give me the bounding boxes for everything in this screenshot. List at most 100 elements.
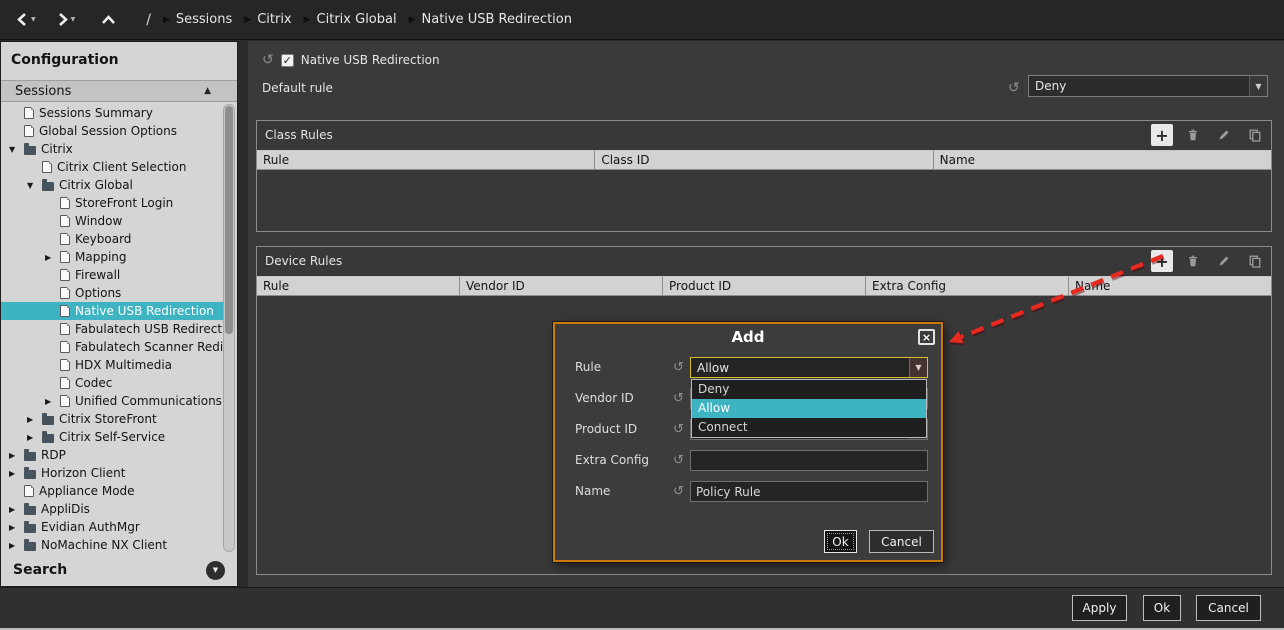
default-rule-dropdown[interactable]: Deny ▼: [1028, 75, 1268, 97]
trash-icon: [1186, 128, 1200, 142]
apply-button[interactable]: Apply: [1072, 595, 1127, 621]
column-header-rule[interactable]: Rule: [257, 150, 595, 170]
tree-item-options[interactable]: Options: [1, 284, 223, 302]
add-device-rule-button[interactable]: +: [1151, 250, 1173, 272]
revert-icon[interactable]: ↺: [262, 53, 274, 67]
tree-item-window[interactable]: Window: [1, 212, 223, 230]
duplicate-device-rule-button[interactable]: [1244, 250, 1266, 272]
document-icon: [60, 359, 70, 371]
dialog-cancel-button[interactable]: Cancel: [869, 530, 934, 553]
expander-collapsed-icon[interactable]: ▶: [9, 451, 24, 460]
tree-item-applidis[interactable]: ▶AppliDis: [1, 500, 223, 518]
sort-up-icon[interactable]: ▲: [204, 86, 211, 96]
tree-item-rdp[interactable]: ▶RDP: [1, 446, 223, 464]
tree-item-unified-communications[interactable]: ▶Unified Communications: [1, 392, 223, 410]
dropdown-option-deny[interactable]: Deny: [692, 380, 926, 399]
column-header-vendor-id[interactable]: Vendor ID: [460, 276, 663, 296]
add-icon: +: [1155, 126, 1168, 145]
rule-dropdown[interactable]: Allow ▼: [690, 357, 928, 378]
name-input[interactable]: [690, 481, 928, 502]
configuration-tree: Sessions Summary Global Session Options …: [1, 104, 223, 554]
column-header-name[interactable]: Name: [1069, 276, 1271, 296]
tree-item-nomachine-nx-client[interactable]: ▶NoMachine NX Client: [1, 536, 223, 554]
delete-class-rule-button[interactable]: [1182, 124, 1204, 146]
dialog-close-button[interactable]: ×: [918, 329, 935, 345]
extra-config-input[interactable]: [690, 450, 928, 471]
expander-collapsed-icon[interactable]: ▶: [9, 505, 24, 514]
tree-item-appliance-mode[interactable]: Appliance Mode: [1, 482, 223, 500]
folder-icon: [42, 182, 54, 191]
expander-collapsed-icon[interactable]: ▶: [9, 469, 24, 478]
back-button[interactable]: ▼: [16, 12, 36, 27]
breadcrumb-native-usb-redirection[interactable]: Native USB Redirection: [422, 12, 572, 27]
duplicate-class-rule-button[interactable]: [1244, 124, 1266, 146]
tree-item-citrix-global[interactable]: ▼Citrix Global: [1, 176, 223, 194]
tree-item-firewall[interactable]: Firewall: [1, 266, 223, 284]
sidebar-scrollbar[interactable]: [223, 104, 235, 552]
native-usb-redirection-checkbox[interactable]: ✓: [281, 54, 294, 67]
expander-expanded-icon[interactable]: ▼: [9, 145, 24, 154]
column-header-product-id[interactable]: Product ID: [663, 276, 866, 296]
sessions-section-header[interactable]: Sessions ▲: [1, 80, 237, 102]
breadcrumb-citrix-global[interactable]: Citrix Global: [317, 12, 397, 27]
tree-item-horizon-client[interactable]: ▶Horizon Client: [1, 464, 223, 482]
dropdown-option-connect[interactable]: Connect: [692, 418, 926, 437]
tree-item-hdx-multimedia[interactable]: HDX Multimedia: [1, 356, 223, 374]
expander-collapsed-icon[interactable]: ▶: [45, 397, 60, 406]
top-navigation-bar: ▼ ▼ / ▶ Sessions ▶ Citrix ▶ Citrix Globa…: [0, 0, 1284, 40]
edit-device-rule-button[interactable]: [1213, 250, 1235, 272]
revert-icon[interactable]: ↺: [673, 388, 684, 409]
tree-item-sessions-summary[interactable]: Sessions Summary: [1, 104, 223, 122]
add-class-rule-button[interactable]: +: [1151, 124, 1173, 146]
expander-collapsed-icon[interactable]: ▶: [27, 433, 42, 442]
cancel-button[interactable]: Cancel: [1196, 595, 1261, 621]
search-section-header[interactable]: Search ▼: [1, 554, 237, 586]
revert-icon[interactable]: ↺: [673, 419, 684, 440]
tree-item-mapping[interactable]: ▶Mapping: [1, 248, 223, 266]
document-icon: [60, 197, 70, 209]
vendor-id-label: Vendor ID: [575, 388, 634, 409]
up-button[interactable]: [101, 14, 116, 26]
breadcrumb-sessions[interactable]: Sessions: [176, 12, 232, 27]
expander-collapsed-icon[interactable]: ▶: [9, 523, 24, 532]
sidebar-scrollbar-thumb[interactable]: [225, 106, 233, 334]
check-icon: ✓: [283, 54, 292, 67]
dialog-ok-button[interactable]: Ok: [824, 530, 857, 553]
expander-collapsed-icon[interactable]: ▶: [45, 253, 60, 262]
dropdown-option-allow[interactable]: Allow: [692, 399, 926, 418]
revert-icon[interactable]: ↺: [673, 450, 684, 471]
forward-history-caret-icon[interactable]: ▼: [71, 16, 76, 23]
breadcrumb-root[interactable]: /: [146, 12, 151, 28]
breadcrumb-separator-icon: ▶: [163, 15, 170, 25]
tree-item-global-session-options[interactable]: Global Session Options: [1, 122, 223, 140]
tree-item-citrix[interactable]: ▼Citrix: [1, 140, 223, 158]
delete-device-rule-button[interactable]: [1182, 250, 1204, 272]
tree-item-evidian-authmgr[interactable]: ▶Evidian AuthMgr: [1, 518, 223, 536]
column-header-rule[interactable]: Rule: [257, 276, 460, 296]
tree-item-native-usb-redirection[interactable]: Native USB Redirection: [1, 302, 223, 320]
expander-collapsed-icon[interactable]: ▶: [27, 415, 42, 424]
expander-collapsed-icon[interactable]: ▶: [9, 541, 24, 550]
column-header-class-id[interactable]: Class ID: [595, 150, 933, 170]
column-header-extra-config[interactable]: Extra Config: [866, 276, 1069, 296]
revert-icon[interactable]: ↺: [673, 481, 684, 502]
tree-item-fabulatech-usb-redirection[interactable]: Fabulatech USB Redirection: [1, 320, 223, 338]
ok-button[interactable]: Ok: [1143, 595, 1181, 621]
copy-icon: [1248, 254, 1262, 268]
search-expand-button[interactable]: ▼: [206, 561, 225, 580]
tree-item-codec[interactable]: Codec: [1, 374, 223, 392]
tree-item-citrix-storefront[interactable]: ▶Citrix StoreFront: [1, 410, 223, 428]
revert-icon[interactable]: ↺: [673, 357, 684, 378]
expander-expanded-icon[interactable]: ▼: [27, 181, 42, 190]
tree-item-fabulatech-scanner-redirection[interactable]: Fabulatech Scanner Redirection: [1, 338, 223, 356]
edit-class-rule-button[interactable]: [1213, 124, 1235, 146]
forward-button[interactable]: ▼: [56, 12, 76, 27]
tree-item-storefront-login[interactable]: StoreFront Login: [1, 194, 223, 212]
breadcrumb-citrix[interactable]: Citrix: [257, 12, 291, 27]
revert-icon[interactable]: ↺: [1008, 78, 1020, 99]
tree-item-keyboard[interactable]: Keyboard: [1, 230, 223, 248]
column-header-name[interactable]: Name: [934, 150, 1271, 170]
back-history-caret-icon[interactable]: ▼: [31, 16, 36, 23]
tree-item-citrix-self-service[interactable]: ▶Citrix Self-Service: [1, 428, 223, 446]
tree-item-citrix-client-selection[interactable]: Citrix Client Selection: [1, 158, 223, 176]
